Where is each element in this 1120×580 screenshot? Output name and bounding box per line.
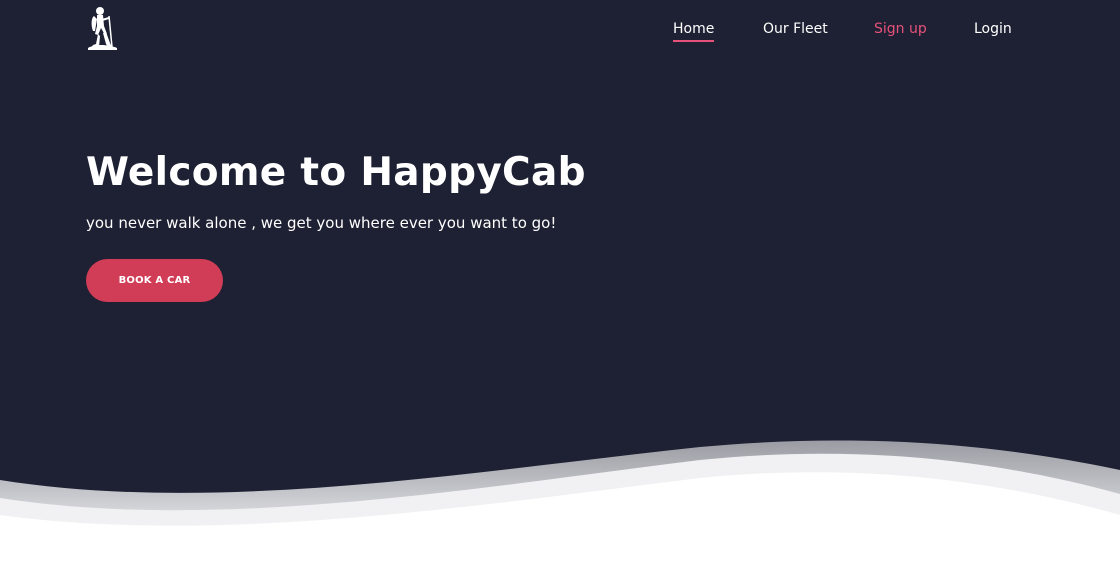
nav-our-fleet-link[interactable]: Our Fleet — [763, 20, 828, 38]
nav-login-link[interactable]: Login — [974, 20, 1012, 38]
nav-home-link[interactable]: Home — [673, 20, 715, 42]
nav-sign-up-link[interactable]: Sign up — [874, 20, 927, 38]
hero-title: Welcome to HappyCab — [86, 150, 586, 195]
page: Home Our Fleet Sign up Login Welcome to … — [0, 0, 1120, 580]
hero-subtitle: you never walk alone , we get you where … — [86, 214, 557, 232]
book-a-car-button[interactable]: BOOK A CAR — [86, 259, 223, 302]
main-nav: Home Our Fleet Sign up Login — [0, 20, 1120, 46]
hero-section: Home Our Fleet Sign up Login Welcome to … — [0, 0, 1120, 580]
